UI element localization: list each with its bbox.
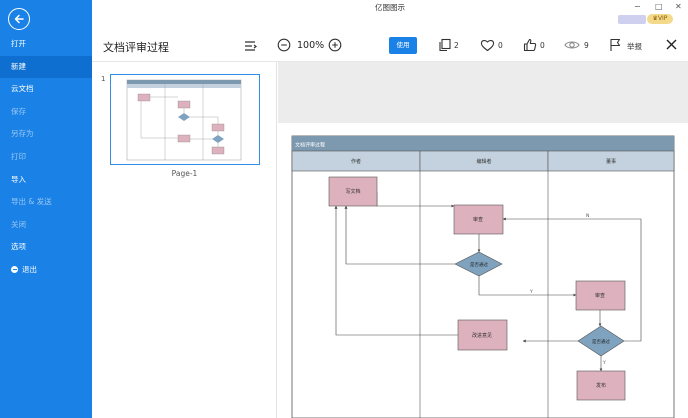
label-yes: Y (602, 360, 606, 366)
sidebar-item-3[interactable]: 保存 (0, 101, 92, 124)
report-label: 举报 (627, 42, 642, 51)
sidebar-item-2[interactable]: 云文档 (0, 78, 92, 101)
app-title: 亿图图示 (375, 3, 405, 12)
sidebar-item-8[interactable]: 关闭 (0, 214, 92, 237)
eye-icon (564, 41, 580, 49)
outline-button[interactable] (243, 39, 257, 53)
sidebar-item-9[interactable]: 选项 (0, 236, 92, 259)
sidebar-item-label: 打印 (11, 151, 26, 161)
toolbar: 文档评审过程 100% 使用 2 0 0 9 举报 (92, 30, 688, 62)
page-thumbnail[interactable] (110, 74, 260, 165)
likes-count: 0 (498, 41, 503, 50)
sidebar-item-label: 云文档 (11, 84, 34, 94)
node-board-decision-label: 是否通过 (592, 338, 610, 345)
plus-circle-icon (328, 38, 342, 52)
close-preview-button[interactable] (665, 38, 678, 51)
sidebar-item-label: 导入 (11, 174, 26, 184)
diagram-paper: 文档评审过程 作者 编辑者 董事 Y N Y 写文档 审查 是否通过 审查 是否… (278, 123, 688, 418)
document-title: 文档评审过程 (103, 41, 169, 54)
sidebar-menu: 打开新建云文档保存另存为打印导入导出 & 发送 关闭选项退出 (0, 33, 92, 282)
flag-icon (610, 38, 621, 51)
sidebar-item-5[interactable]: 打印 (0, 146, 92, 169)
lane-label-author: 作者 (351, 158, 361, 165)
sidebar-item-0[interactable]: 打开 (0, 33, 92, 56)
label-yes: Y (529, 289, 533, 295)
sidebar-item-label: 新建 (11, 61, 26, 71)
arrow-left-icon (14, 14, 24, 24)
file-sidebar: 打开新建云文档保存另存为打印导入导出 & 发送 关闭选项退出 (0, 0, 92, 418)
duplicate-button[interactable] (438, 38, 452, 52)
sidebar-item-4[interactable]: 另存为 (0, 123, 92, 146)
node-board-review-label: 审查 (595, 292, 605, 299)
node-editor-review-label: 审查 (473, 216, 483, 223)
sidebar-item-label: 另存为 (11, 129, 34, 139)
vip-label: VIP (657, 15, 668, 22)
thumbnail-preview (126, 79, 242, 161)
sidebar-item-7[interactable]: 导出 & 发送 (0, 191, 92, 214)
sidebar-item-label: 保存 (11, 106, 26, 116)
node-improvement-suggestions-label: 改进意见 (472, 332, 492, 339)
lane-label-board: 董事 (606, 158, 616, 165)
list-icon (245, 41, 257, 51)
zoom-in-button[interactable] (328, 38, 342, 52)
node-publish-label: 发布 (596, 382, 606, 389)
pages-panel: 1 Page-1 (92, 62, 277, 418)
views-indicator (564, 38, 580, 52)
exit-icon (11, 265, 18, 273)
close-icon (666, 39, 677, 50)
sidebar-item-1[interactable]: 新建 (0, 55, 92, 79)
sidebar-item-label: 关闭 (11, 219, 26, 229)
node-editor-decision-label: 是否通过 (470, 261, 488, 268)
cross-functional-flowchart: 文档评审过程 作者 编辑者 董事 YNY写文档审查是否通过审查是否通过改进意见发… (291, 135, 675, 418)
back-button[interactable] (8, 8, 30, 30)
page-number: 1 (101, 75, 106, 83)
sidebar-item-label: 退出 (22, 264, 37, 274)
sidebar-item-label: 选项 (11, 242, 26, 252)
app-window: 打开新建云文档保存另存为打印导入导出 & 发送 关闭选项退出 亿图图示 ♛VIP … (0, 0, 688, 418)
sidebar-item-6[interactable]: 导入 (0, 169, 92, 192)
maximize-button[interactable]: □ (655, 2, 663, 11)
node-write-document-label: 写文档 (345, 188, 360, 195)
minus-circle-icon (277, 38, 291, 52)
heart-icon (480, 39, 495, 52)
favorite-button[interactable] (480, 38, 495, 52)
canvas-area: 文档评审过程 作者 编辑者 董事 Y N Y 写文档 审查 是否通过 审查 是否… (278, 62, 688, 418)
zoom-out-button[interactable] (277, 38, 291, 52)
vip-badge[interactable]: ♛VIP (647, 14, 673, 24)
minimize-button[interactable]: − (634, 2, 641, 11)
lane-label-editor: 编辑者 (476, 158, 491, 165)
thumbs-up-button[interactable] (523, 38, 537, 52)
label-no: N (586, 213, 589, 219)
sidebar-item-label: 打开 (11, 39, 26, 48)
title-bar: 亿图图示 ♛VIP − □ ✕ (92, 0, 688, 30)
sidebar-item-10[interactable]: 退出 (0, 259, 92, 282)
sidebar-item-label: 导出 & 发送 (11, 197, 52, 207)
page-label: Page-1 (171, 169, 198, 178)
zoom-level: 100% (297, 40, 325, 51)
user-account-avatar[interactable] (618, 15, 646, 24)
close-window-button[interactable]: ✕ (675, 2, 682, 11)
report-button[interactable] (609, 38, 622, 52)
copy-icon (439, 38, 451, 52)
thumbs-count: 0 (540, 41, 545, 50)
copies-count: 2 (454, 41, 459, 50)
thumbs-up-icon (523, 38, 537, 52)
diagram-header (292, 136, 674, 151)
views-count: 9 (584, 41, 589, 50)
use-template-button[interactable]: 使用 (389, 37, 417, 54)
diagram-title: 文档评审过程 (295, 142, 325, 149)
